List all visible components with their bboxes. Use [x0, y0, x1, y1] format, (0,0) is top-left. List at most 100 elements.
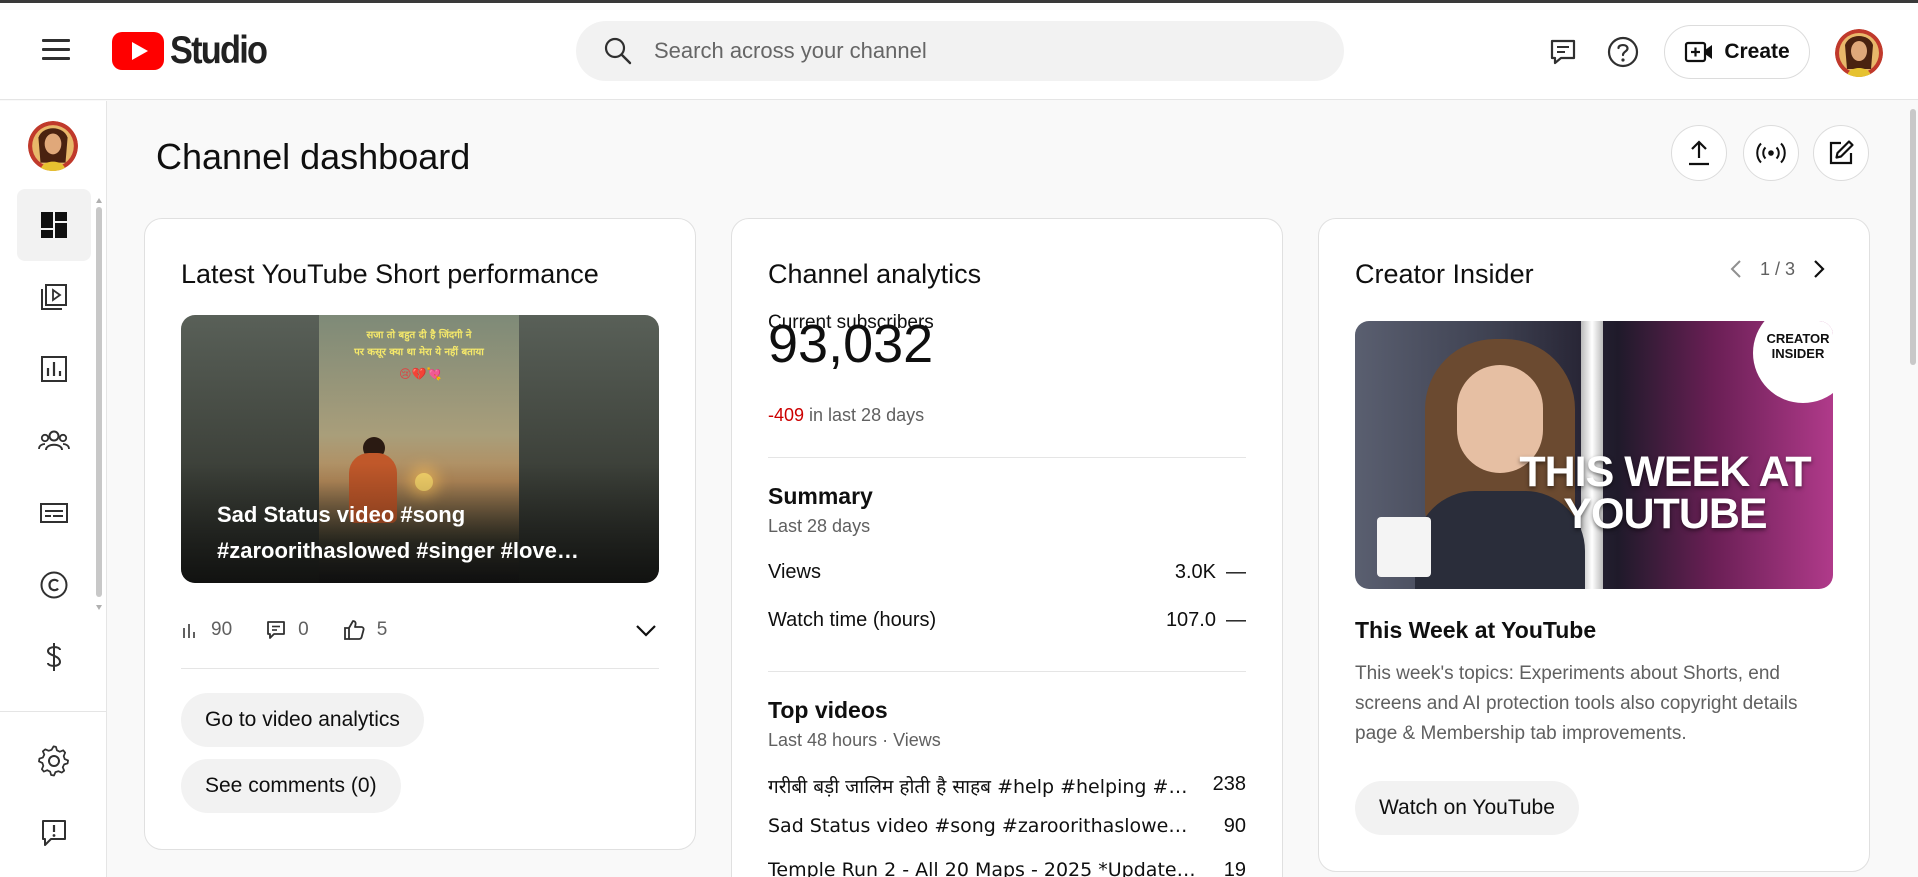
- create-label: Create: [1724, 40, 1790, 63]
- feedback-icon: [42, 820, 66, 846]
- analytics-icon: [41, 356, 67, 382]
- chevron-down-icon[interactable]: [633, 617, 659, 643]
- search-bar[interactable]: [576, 21, 1344, 81]
- pager-count: 1 / 3: [1759, 258, 1795, 279]
- subscriber-count: 93,032: [768, 314, 934, 374]
- see-comments-button[interactable]: See comments (0): [181, 759, 401, 813]
- chevron-left-icon[interactable]: [1726, 257, 1746, 281]
- sidebar-item-analytics[interactable]: [17, 333, 91, 405]
- go-to-video-analytics-button[interactable]: Go to video analytics: [181, 693, 424, 747]
- latest-short-card: Latest YouTube Short performance सजा तो …: [144, 218, 696, 850]
- thumbnail-headline: THIS WEEK AT YOUTUBE: [1519, 448, 1811, 538]
- metric-views[interactable]: Views 3.0K —: [768, 561, 1246, 591]
- short-divider: [181, 668, 659, 669]
- main-scrollbar[interactable]: [1908, 101, 1918, 877]
- copyright-icon: [40, 571, 68, 599]
- summary-title: Summary: [768, 483, 873, 509]
- metric-watch-time-label: Watch time (hours): [768, 609, 937, 631]
- insider-video-title: This Week at YouTube: [1355, 617, 1597, 643]
- subscriber-change: -409 in last 28 days: [768, 405, 924, 426]
- help-icon[interactable]: [1604, 33, 1642, 71]
- watch-on-youtube-button[interactable]: Watch on YouTube: [1355, 781, 1579, 835]
- sidebar-item-subtitles[interactable]: [17, 477, 91, 549]
- mug-shape: [1377, 517, 1431, 577]
- scroll-up-icon[interactable]: [96, 197, 102, 205]
- subtitles-icon: [40, 503, 68, 523]
- metric-views-value: 3.0K: [1174, 561, 1216, 583]
- sidebar-item-send-feedback[interactable]: [17, 797, 91, 869]
- top-video-views: 90: [1223, 815, 1246, 837]
- top-video-title: गरीबी बड़ी जालिम होती है साहब #help #hel…: [768, 776, 1196, 798]
- top-video-views: 238: [1212, 773, 1246, 795]
- thumbs-up-icon: [343, 620, 365, 640]
- top-video-views: 19: [1223, 859, 1246, 877]
- search-input[interactable]: [654, 38, 1334, 64]
- top-video-title: Sad Status video #song #zaroorithaslowed…: [768, 815, 1196, 837]
- short-thumbnail[interactable]: सजा तो बहुत दी है जिंदगी ने पर कसूर क्या…: [181, 315, 659, 583]
- go-live-button[interactable]: [1743, 125, 1799, 181]
- scroll-down-icon[interactable]: [96, 603, 102, 611]
- views-stat: 90: [181, 619, 232, 641]
- feedback-comments-icon[interactable]: [1544, 33, 1582, 71]
- subscriber-delta: -409: [768, 405, 805, 425]
- sidebar-item-copyright[interactable]: [17, 549, 91, 621]
- sidebar-scroll-thumb[interactable]: [96, 207, 102, 597]
- channel-analytics-card: Channel analytics Current subscribers 93…: [731, 218, 1283, 877]
- top-videos-title: Top videos: [768, 697, 888, 723]
- create-post-button[interactable]: [1813, 125, 1869, 181]
- sidebar-item-community[interactable]: [17, 405, 91, 477]
- search-icon[interactable]: [602, 35, 634, 67]
- metric-watch-time-value: 107.0: [1165, 609, 1216, 631]
- metric-views-label: Views: [768, 561, 821, 583]
- menu-icon[interactable]: [38, 35, 74, 71]
- creator-insider-badge-text: CREATOR INSIDER: [1766, 331, 1830, 361]
- main-scroll-thumb[interactable]: [1910, 109, 1916, 365]
- create-video-icon: [1685, 41, 1713, 63]
- create-button[interactable]: Create: [1664, 25, 1810, 79]
- logo-text: Studio: [170, 29, 268, 72]
- metric-watch-time-trend: —: [1226, 609, 1246, 631]
- upload-icon: [1689, 140, 1709, 166]
- thumbnail-overlay-text: सजा तो बहुत दी है जिंदगी ने पर कसूर क्या…: [354, 330, 484, 358]
- channel-avatar[interactable]: [28, 121, 78, 171]
- top-video-row[interactable]: गरीबी बड़ी जालिम होती है साहब #help #hel…: [768, 773, 1246, 801]
- gear-icon: [38, 745, 69, 777]
- content-icon: [41, 284, 67, 310]
- top-videos-period: Last 48 hours · Views: [768, 730, 941, 750]
- sidebar-item-earn[interactable]: [17, 621, 91, 693]
- creator-insider-card: Creator Insider 1 / 3 CREATOR INSIDER TH…: [1318, 218, 1870, 872]
- metric-watch-time[interactable]: Watch time (hours) 107.0 —: [768, 609, 1246, 639]
- top-header: Studio Create: [0, 3, 1918, 100]
- insider-pager: 1 / 3: [1726, 257, 1829, 281]
- top-video-row[interactable]: Sad Status video #song #zaroorithaslowed…: [768, 815, 1246, 843]
- live-broadcast-icon: [1756, 142, 1786, 164]
- account-avatar[interactable]: [1835, 29, 1883, 77]
- community-icon: [38, 430, 70, 451]
- likes-stat: 5: [343, 619, 388, 641]
- analytics-divider-2: [768, 671, 1246, 672]
- insider-video-thumbnail[interactable]: CREATOR INSIDER THIS WEEK AT YOUTUBE: [1355, 321, 1833, 589]
- insider-video-description: This week's topics: Experiments about Sh…: [1355, 663, 1798, 744]
- sidebar: [0, 101, 107, 877]
- sidebar-item-content[interactable]: [17, 261, 91, 333]
- short-caption: Sad Status video #song #zaroorithaslowed…: [217, 502, 579, 563]
- sidebar-scrollbar[interactable]: [96, 191, 102, 611]
- page-title: Channel dashboard: [156, 136, 471, 177]
- comments-count: 0: [298, 619, 309, 640]
- likes-count: 5: [376, 619, 388, 640]
- youtube-studio-logo[interactable]: Studio: [112, 29, 279, 73]
- upload-button[interactable]: [1671, 125, 1727, 181]
- subscriber-delta-suffix: in last 28 days: [804, 405, 925, 425]
- top-video-row[interactable]: Temple Run 2 - All 20 Maps - 2025 *Updat…: [768, 859, 1246, 877]
- dollar-icon: [46, 643, 62, 671]
- views-count: 90: [211, 619, 233, 640]
- analytics-divider-1: [768, 457, 1246, 458]
- sidebar-item-settings[interactable]: [17, 725, 91, 797]
- chevron-right-icon[interactable]: [1809, 257, 1829, 281]
- top-video-title: Temple Run 2 - All 20 Maps - 2025 *Updat…: [768, 859, 1196, 877]
- summary-period: Last 28 days: [768, 516, 871, 536]
- sidebar-divider: [0, 711, 107, 712]
- edit-icon: [1829, 140, 1854, 165]
- dashboard-icon: [41, 212, 67, 238]
- sidebar-item-dashboard[interactable]: [17, 189, 91, 261]
